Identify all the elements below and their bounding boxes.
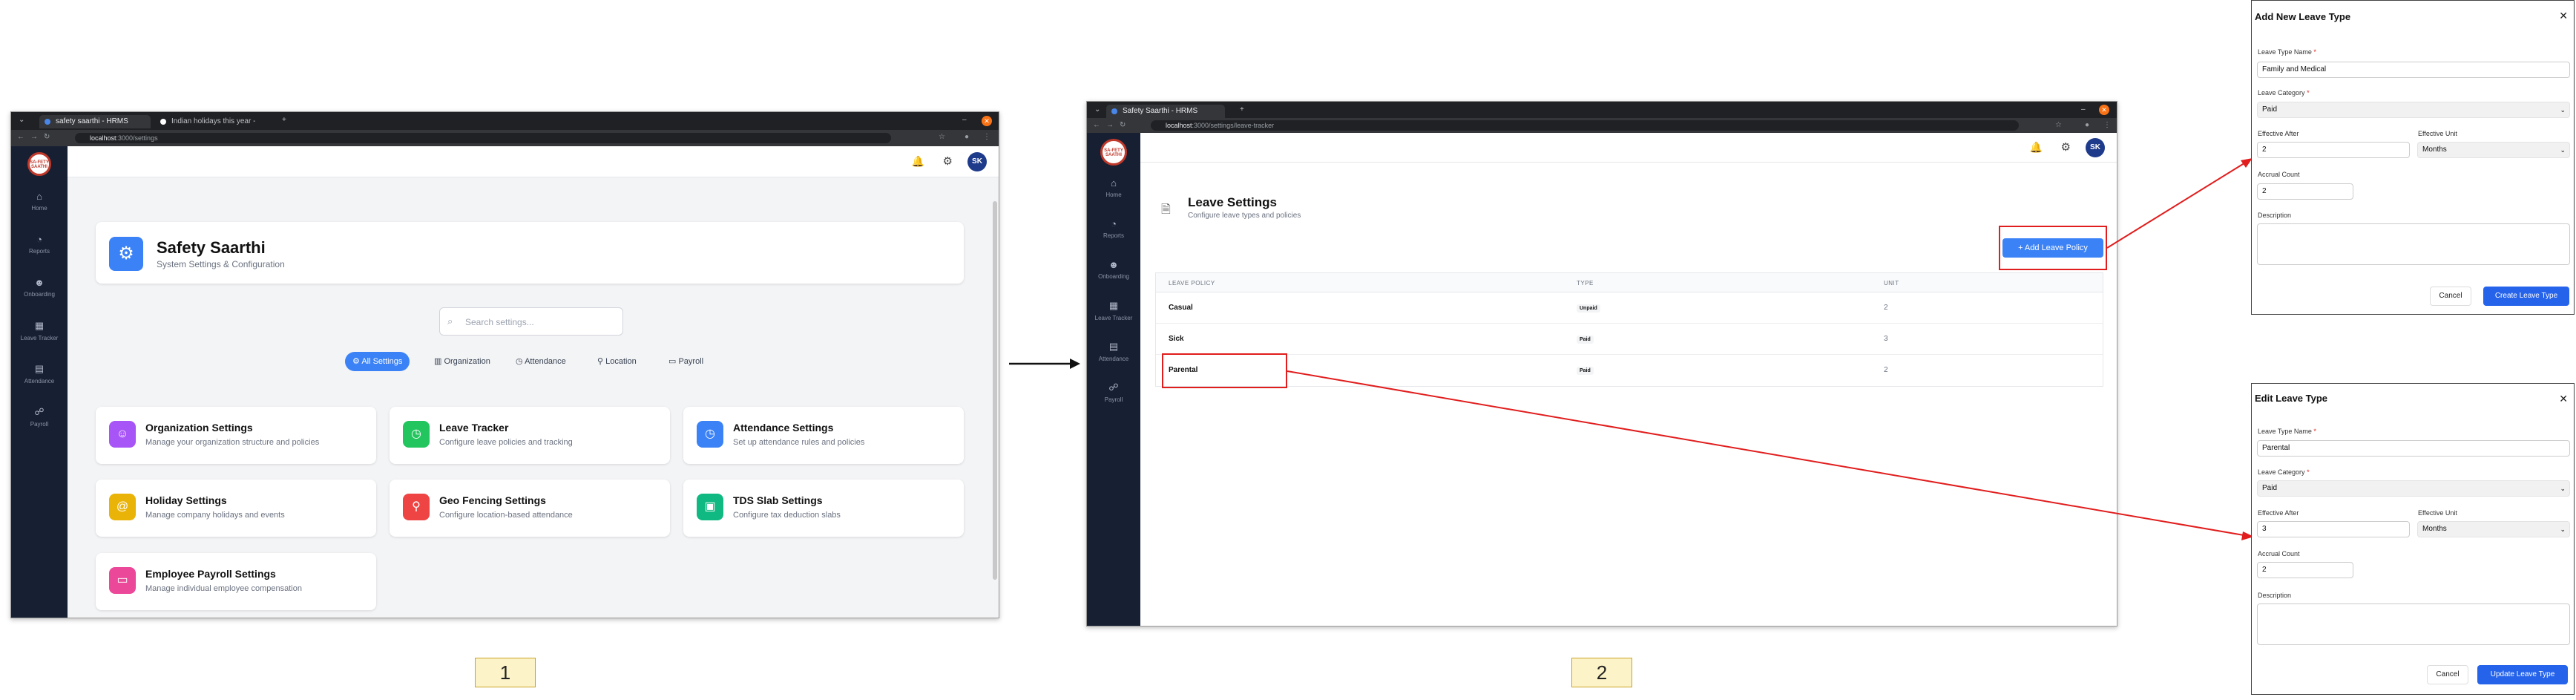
chevron-down-icon: ⌄ (2560, 146, 2566, 154)
step-label-1: 1 (475, 658, 536, 687)
add-leave-type-dialog: Add New Leave Type ✕ Leave Type Name * F… (2251, 0, 2575, 315)
label-text: Leave Category (2258, 89, 2305, 97)
category-label: Leave Category * (2258, 468, 2310, 476)
effective-unit-label: Effective Unit (2418, 509, 2457, 517)
edit-leave-type-dialog: Edit Leave Type ✕ Leave Type Name * Pare… (2251, 383, 2575, 695)
close-icon[interactable]: ✕ (2559, 393, 2568, 405)
annotation-arrows (1287, 158, 2254, 540)
accrual-count-input[interactable]: 2 (2257, 562, 2353, 578)
required-mark: * (2313, 48, 2316, 56)
leave-category-select[interactable]: Paid ⌄ (2257, 102, 2570, 118)
effective-after-input[interactable]: 3 (2257, 521, 2410, 537)
effective-unit-select[interactable]: Months ⌄ (2417, 142, 2570, 158)
required-mark: * (2307, 468, 2310, 476)
accrual-count-input[interactable]: 2 (2257, 183, 2353, 200)
accrual-count-label: Accrual Count (2258, 171, 2300, 178)
label-text: Leave Category (2258, 468, 2305, 476)
leave-category-select[interactable]: Paid ⌄ (2257, 480, 2570, 497)
step-label-2: 2 (1571, 658, 1632, 687)
select-value: Paid (2262, 484, 2278, 492)
category-label: Leave Category * (2258, 89, 2310, 97)
dialog-title: Add New Leave Type (2255, 11, 2351, 22)
description-label: Description (2258, 212, 2292, 219)
select-value: Months (2422, 525, 2447, 533)
chevron-down-icon: ⌄ (2560, 485, 2566, 492)
name-label: Leave Type Name * (2258, 48, 2316, 56)
cancel-button[interactable]: Cancel (2430, 287, 2471, 306)
description-textarea[interactable] (2257, 603, 2570, 645)
required-mark: * (2313, 428, 2316, 435)
effective-unit-select[interactable]: Months ⌄ (2417, 521, 2570, 537)
leave-type-name-input[interactable]: Parental (2257, 440, 2570, 457)
cancel-button[interactable]: Cancel (2427, 665, 2468, 684)
create-leave-type-button[interactable]: Create Leave Type (2483, 287, 2569, 306)
accrual-count-label: Accrual Count (2258, 550, 2300, 557)
select-value: Paid (2262, 105, 2278, 114)
chevron-down-icon: ⌄ (2560, 106, 2566, 114)
effective-after-label: Effective After (2258, 509, 2299, 517)
update-leave-type-button[interactable]: Update Leave Type (2477, 665, 2568, 684)
description-label: Description (2258, 592, 2292, 599)
name-label: Leave Type Name * (2258, 428, 2316, 435)
chevron-down-icon: ⌄ (2560, 526, 2566, 533)
select-value: Months (2422, 145, 2447, 154)
required-mark: * (2307, 89, 2310, 97)
leave-type-name-input[interactable]: Family and Medical (2257, 62, 2570, 78)
effective-after-label: Effective After (2258, 130, 2299, 137)
effective-unit-label: Effective Unit (2418, 130, 2457, 137)
label-text: Leave Type Name (2258, 428, 2312, 435)
close-icon[interactable]: ✕ (2559, 10, 2568, 22)
effective-after-input[interactable]: 2 (2257, 142, 2410, 158)
dialog-title: Edit Leave Type (2255, 393, 2328, 404)
label-text: Leave Type Name (2258, 48, 2312, 56)
description-textarea[interactable] (2257, 223, 2570, 265)
